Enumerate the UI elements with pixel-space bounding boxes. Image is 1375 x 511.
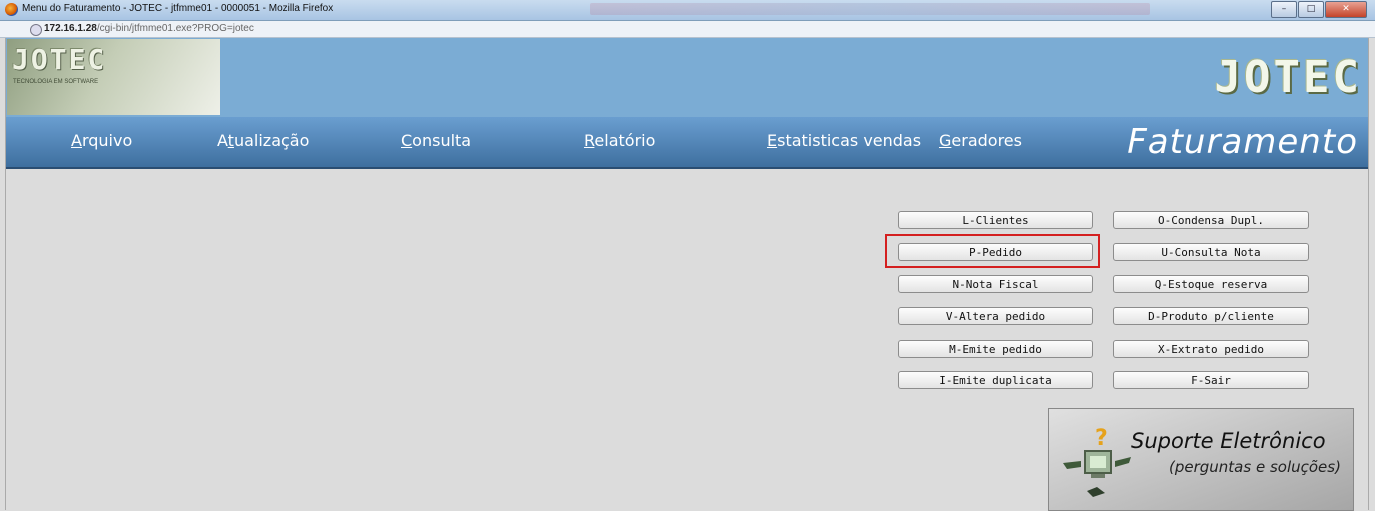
logo-left-subtitle: TECNOLOGIA EM SOFTWARE [13, 79, 99, 85]
btn-estoque-reserva[interactable]: Q-Estoque reserva [1113, 275, 1309, 293]
menu-geradores[interactable]: Geradores [939, 131, 1022, 150]
svg-text:?: ? [1095, 426, 1108, 451]
menu-arquivo-accel: A [71, 131, 82, 150]
support-title: Suporte Eletrônico [1131, 429, 1326, 453]
support-subtitle: (perguntas e soluções) [1169, 458, 1341, 476]
close-button[interactable]: ✕ [1325, 1, 1367, 18]
menu-relatorio-label: elatório [594, 131, 656, 150]
firefox-icon [5, 3, 18, 16]
module-title: Faturamento [1127, 122, 1358, 162]
window-controls: – □ ✕ [1270, 1, 1367, 18]
menu-relatorio[interactable]: Relatório [584, 131, 655, 150]
menu-estatisticas-vendas[interactable]: Estatisticas vendas [767, 131, 921, 150]
url-path: /cgi-bin/jtfmme01.exe?PROG=jotec [96, 23, 254, 34]
page-content: JOTEC TECNOLOGIA EM SOFTWARE JOTEC Arqui… [5, 38, 1369, 511]
menu-estatisticas-accel: E [767, 131, 778, 150]
btn-nota-fiscal[interactable]: N-Nota Fiscal [898, 275, 1093, 293]
btn-sair[interactable]: F-Sair [1113, 371, 1309, 389]
menu-consulta-label: onsulta [412, 131, 472, 150]
btn-emite-pedido[interactable]: M-Emite pedido [898, 340, 1093, 358]
globe-icon [30, 24, 42, 36]
url-text[interactable]: 172.16.1.28/cgi-bin/jtfmme01.exe?PROG=jo… [44, 23, 254, 34]
btn-consulta-nota[interactable]: U-Consulta Nota [1113, 243, 1309, 261]
btn-altera-pedido[interactable]: V-Altera pedido [898, 307, 1093, 325]
menu-atualizacao[interactable]: Atualização [217, 131, 309, 150]
btn-condensa-dupl[interactable]: O-Condensa Dupl. [1113, 211, 1309, 229]
menu-atualizacao-pre: A [217, 131, 228, 150]
address-bar[interactable]: 172.16.1.28/cgi-bin/jtfmme01.exe?PROG=jo… [0, 21, 1375, 38]
maximize-button[interactable]: □ [1298, 1, 1324, 18]
menu-geradores-label: eradores [951, 131, 1022, 150]
btn-emite-duplicata[interactable]: I-Emite duplicata [898, 371, 1093, 389]
menu-consulta-accel: C [401, 131, 413, 150]
blurred-taskbar-area [590, 3, 1150, 15]
btn-extrato-pedido[interactable]: X-Extrato pedido [1113, 340, 1309, 358]
menu-relatorio-accel: R [584, 131, 595, 150]
btn-produto-cliente[interactable]: D-Produto p/cliente [1113, 307, 1309, 325]
menu-bar: Arquivo Atualização Consulta Relatório E… [6, 117, 1368, 169]
menu-arquivo[interactable]: Arquivo [71, 131, 132, 150]
menu-arquivo-label: rquivo [81, 131, 133, 150]
menu-estatisticas-label: statisticas vendas [777, 131, 922, 150]
jotec-logo-right: JOTEC [1214, 52, 1362, 103]
support-panel[interactable]: ? Suporte Eletrônico (perguntas e soluçõ… [1048, 408, 1354, 511]
highlight-box [885, 234, 1100, 268]
support-computer-icon: ? [1063, 426, 1131, 497]
menu-atualizacao-label: ualização [233, 131, 310, 150]
btn-clientes[interactable]: L-Clientes [898, 211, 1093, 229]
minimize-button[interactable]: – [1271, 1, 1297, 18]
url-host: 172.16.1.28 [44, 23, 97, 34]
menu-consulta[interactable]: Consulta [401, 131, 471, 150]
app-header: JOTEC TECNOLOGIA EM SOFTWARE JOTEC [6, 38, 1368, 117]
menu-geradores-accel: G [939, 131, 952, 150]
browser-title-bar: Menu do Faturamento - JOTEC - jtfmme01 -… [0, 0, 1375, 21]
window-title: Menu do Faturamento - JOTEC - jtfmme01 -… [22, 3, 334, 14]
logo-left-text: JOTEC [12, 43, 107, 76]
jotec-logo-left: JOTEC TECNOLOGIA EM SOFTWARE [7, 39, 220, 115]
